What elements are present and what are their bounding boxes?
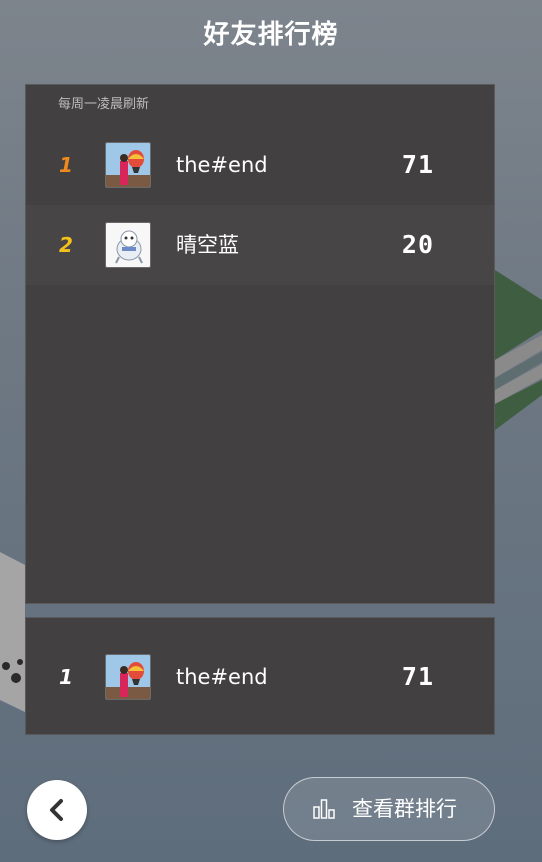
rank-number: 1 — [59, 665, 73, 689]
view-group-ranking-button[interactable]: 查看群排行 — [283, 777, 495, 841]
avatar — [105, 222, 151, 268]
my-rank-row[interactable]: 1 the#end 71 — [26, 637, 494, 717]
player-score: 71 — [401, 150, 434, 179]
page-title: 好友排行榜 — [203, 20, 339, 50]
chevron-left-icon — [50, 799, 63, 821]
avatar — [105, 654, 151, 700]
rank-number: 2 — [59, 233, 73, 257]
avatar — [105, 142, 151, 188]
player-name: 晴空蓝 — [176, 233, 239, 257]
back-button[interactable] — [27, 780, 87, 840]
leaderboard-panel: 每周一凌晨刷新 1 the#end 71 2 晴空蓝 20 — [25, 84, 495, 604]
refresh-note: 每周一凌晨刷新 — [58, 97, 150, 112]
player-score: 20 — [401, 230, 434, 259]
player-name: the#end — [176, 153, 268, 177]
player-score: 71 — [401, 662, 434, 691]
rank-number: 1 — [59, 153, 73, 177]
player-name: the#end — [176, 665, 268, 689]
my-rank-panel: 1 the#end 71 — [25, 617, 495, 735]
bar-chart-icon — [313, 799, 335, 819]
view-group-ranking-label: 查看群排行 — [352, 797, 457, 821]
leaderboard-row[interactable]: 1 the#end 71 — [26, 125, 494, 205]
leaderboard-row[interactable]: 2 晴空蓝 20 — [26, 205, 494, 285]
